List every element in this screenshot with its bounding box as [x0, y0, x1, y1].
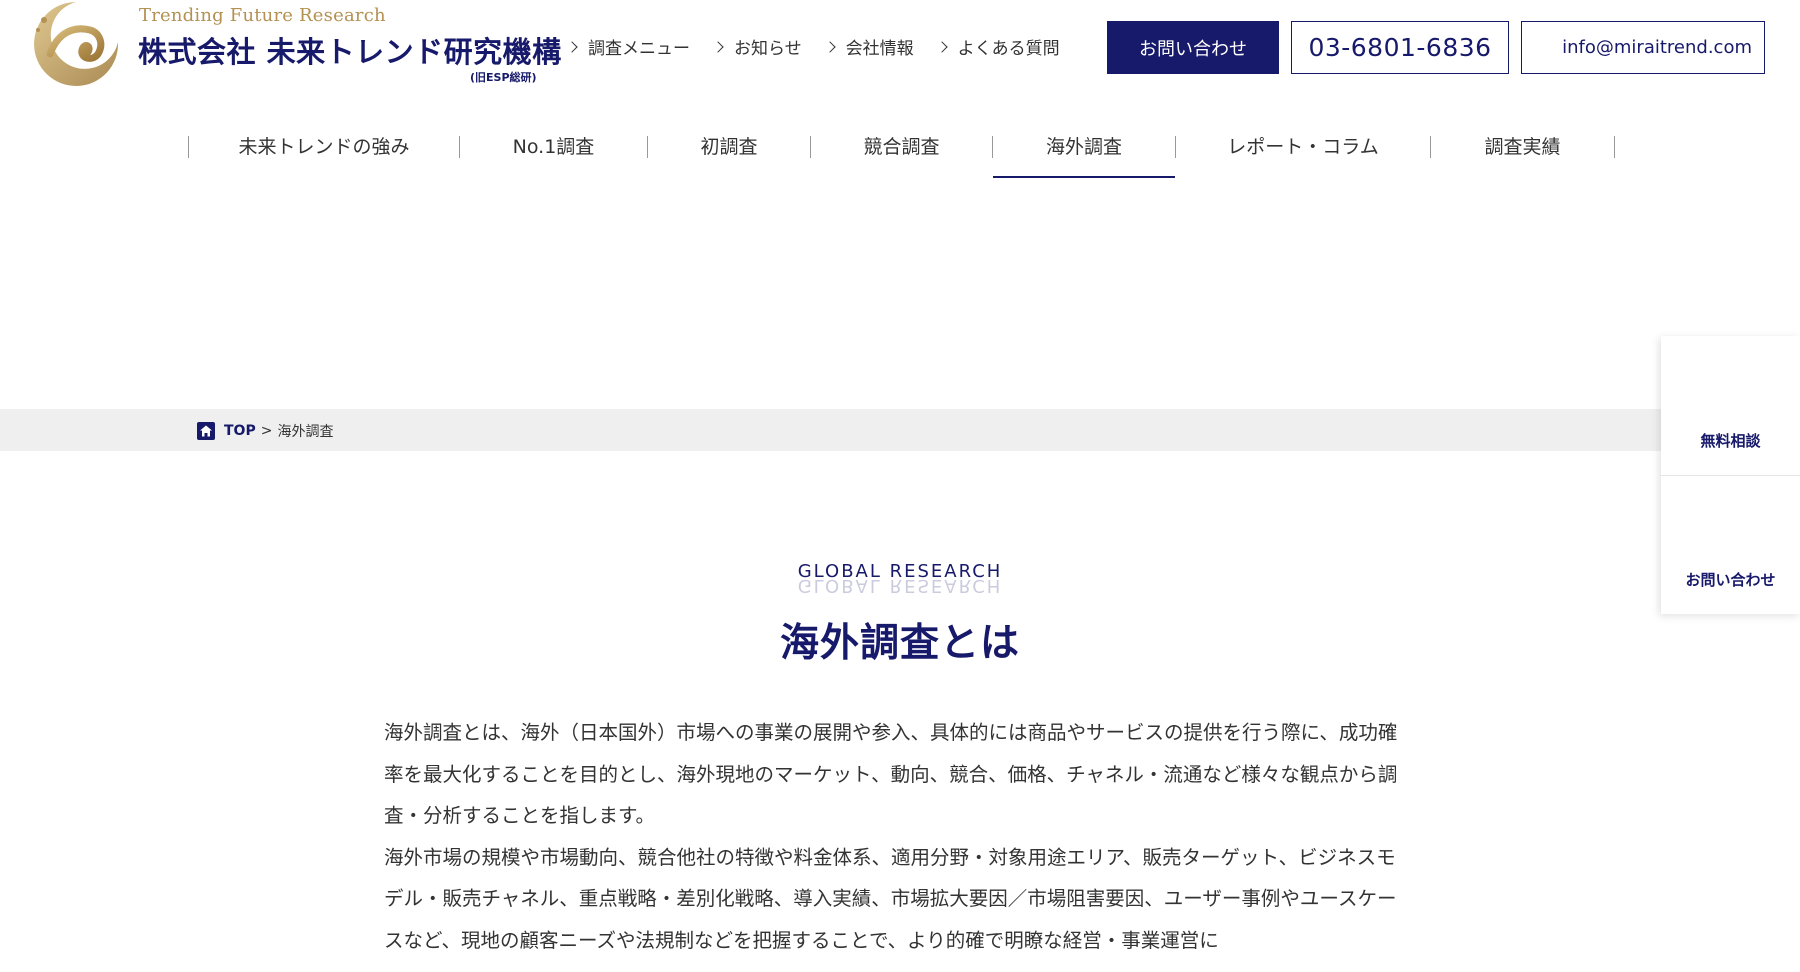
- nav-item-no1-research[interactable]: No.1調査: [460, 124, 647, 178]
- side-free-consult-button[interactable]: 無料相談: [1661, 336, 1800, 475]
- top-link-faq[interactable]: よくある質問: [936, 34, 1060, 59]
- home-icon[interactable]: [197, 422, 215, 440]
- nav-divider: [1614, 136, 1615, 158]
- section-body: 海外調査とは、海外（日本国外）市場への事業の展開や参入、具体的には商品やサービス…: [384, 712, 1406, 961]
- chevron-right-icon: [936, 40, 948, 53]
- contact-button[interactable]: お問い合わせ: [1107, 21, 1279, 74]
- breadcrumb-separator: >: [260, 423, 273, 439]
- breadcrumb: TOP > 海外調査: [197, 421, 333, 441]
- top-link-news[interactable]: お知らせ: [712, 34, 802, 59]
- breadcrumb-current: 海外調査: [277, 424, 334, 440]
- nav-item-competitor-research[interactable]: 競合調査: [811, 124, 992, 178]
- nav-item-track-record[interactable]: 調査実績: [1431, 124, 1614, 178]
- nav-item-first-research[interactable]: 初調査: [648, 124, 810, 178]
- top-link-research-menu[interactable]: 調査メニュー: [566, 34, 690, 59]
- breadcrumb-bar: TOP > 海外調査: [0, 409, 1800, 451]
- top-link-label: お知らせ: [734, 39, 802, 59]
- body-paragraph: 海外市場の規模や市場動向、競合他社の特徴や料金体系、適用分野・対象用途エリア、販…: [384, 845, 1397, 952]
- chevron-right-icon: [566, 40, 578, 53]
- section-title: 海外調査とは: [779, 621, 1020, 666]
- nav-item-strengths[interactable]: 未来トレンドの強み: [189, 124, 459, 178]
- section-en-heading-reflection: GLOBAL RESEARCH: [797, 575, 1003, 596]
- chevron-right-icon: [712, 40, 724, 53]
- top-link-company[interactable]: 会社情報: [824, 34, 914, 59]
- site-header: Trending Future Research 株式会社 未来トレンド研究機構…: [0, 0, 1800, 100]
- top-link-label: 会社情報: [845, 39, 914, 59]
- company-sub-name: (旧ESP総研): [470, 71, 537, 84]
- breadcrumb-home-link[interactable]: TOP: [224, 423, 256, 439]
- logo-tagline: Trending Future Research: [139, 5, 386, 26]
- chevron-right-icon: [824, 40, 836, 53]
- company-name[interactable]: 株式会社 未来トレンド研究機構: [138, 29, 562, 71]
- logo-emblem-icon[interactable]: [30, 0, 122, 90]
- nav-item-global-research[interactable]: 海外調査: [993, 124, 1175, 178]
- email-button[interactable]: info@miraitrend.com: [1521, 21, 1765, 74]
- utility-links: 調査メニュー お知らせ 会社情報 よくある質問: [566, 34, 1084, 59]
- phone-button[interactable]: 03-6801-6836: [1291, 21, 1509, 74]
- top-link-label: よくある質問: [957, 39, 1060, 59]
- main-nav: 未来トレンドの強み No.1調査 初調査 競合調査 海外調査 レポート・コラム …: [188, 124, 1615, 178]
- nav-item-reports-columns[interactable]: レポート・コラム: [1176, 124, 1430, 178]
- body-paragraph: 海外調査とは、海外（日本国外）市場への事業の展開や参入、具体的には商品やサービス…: [384, 721, 1398, 827]
- top-link-label: 調査メニュー: [588, 39, 690, 59]
